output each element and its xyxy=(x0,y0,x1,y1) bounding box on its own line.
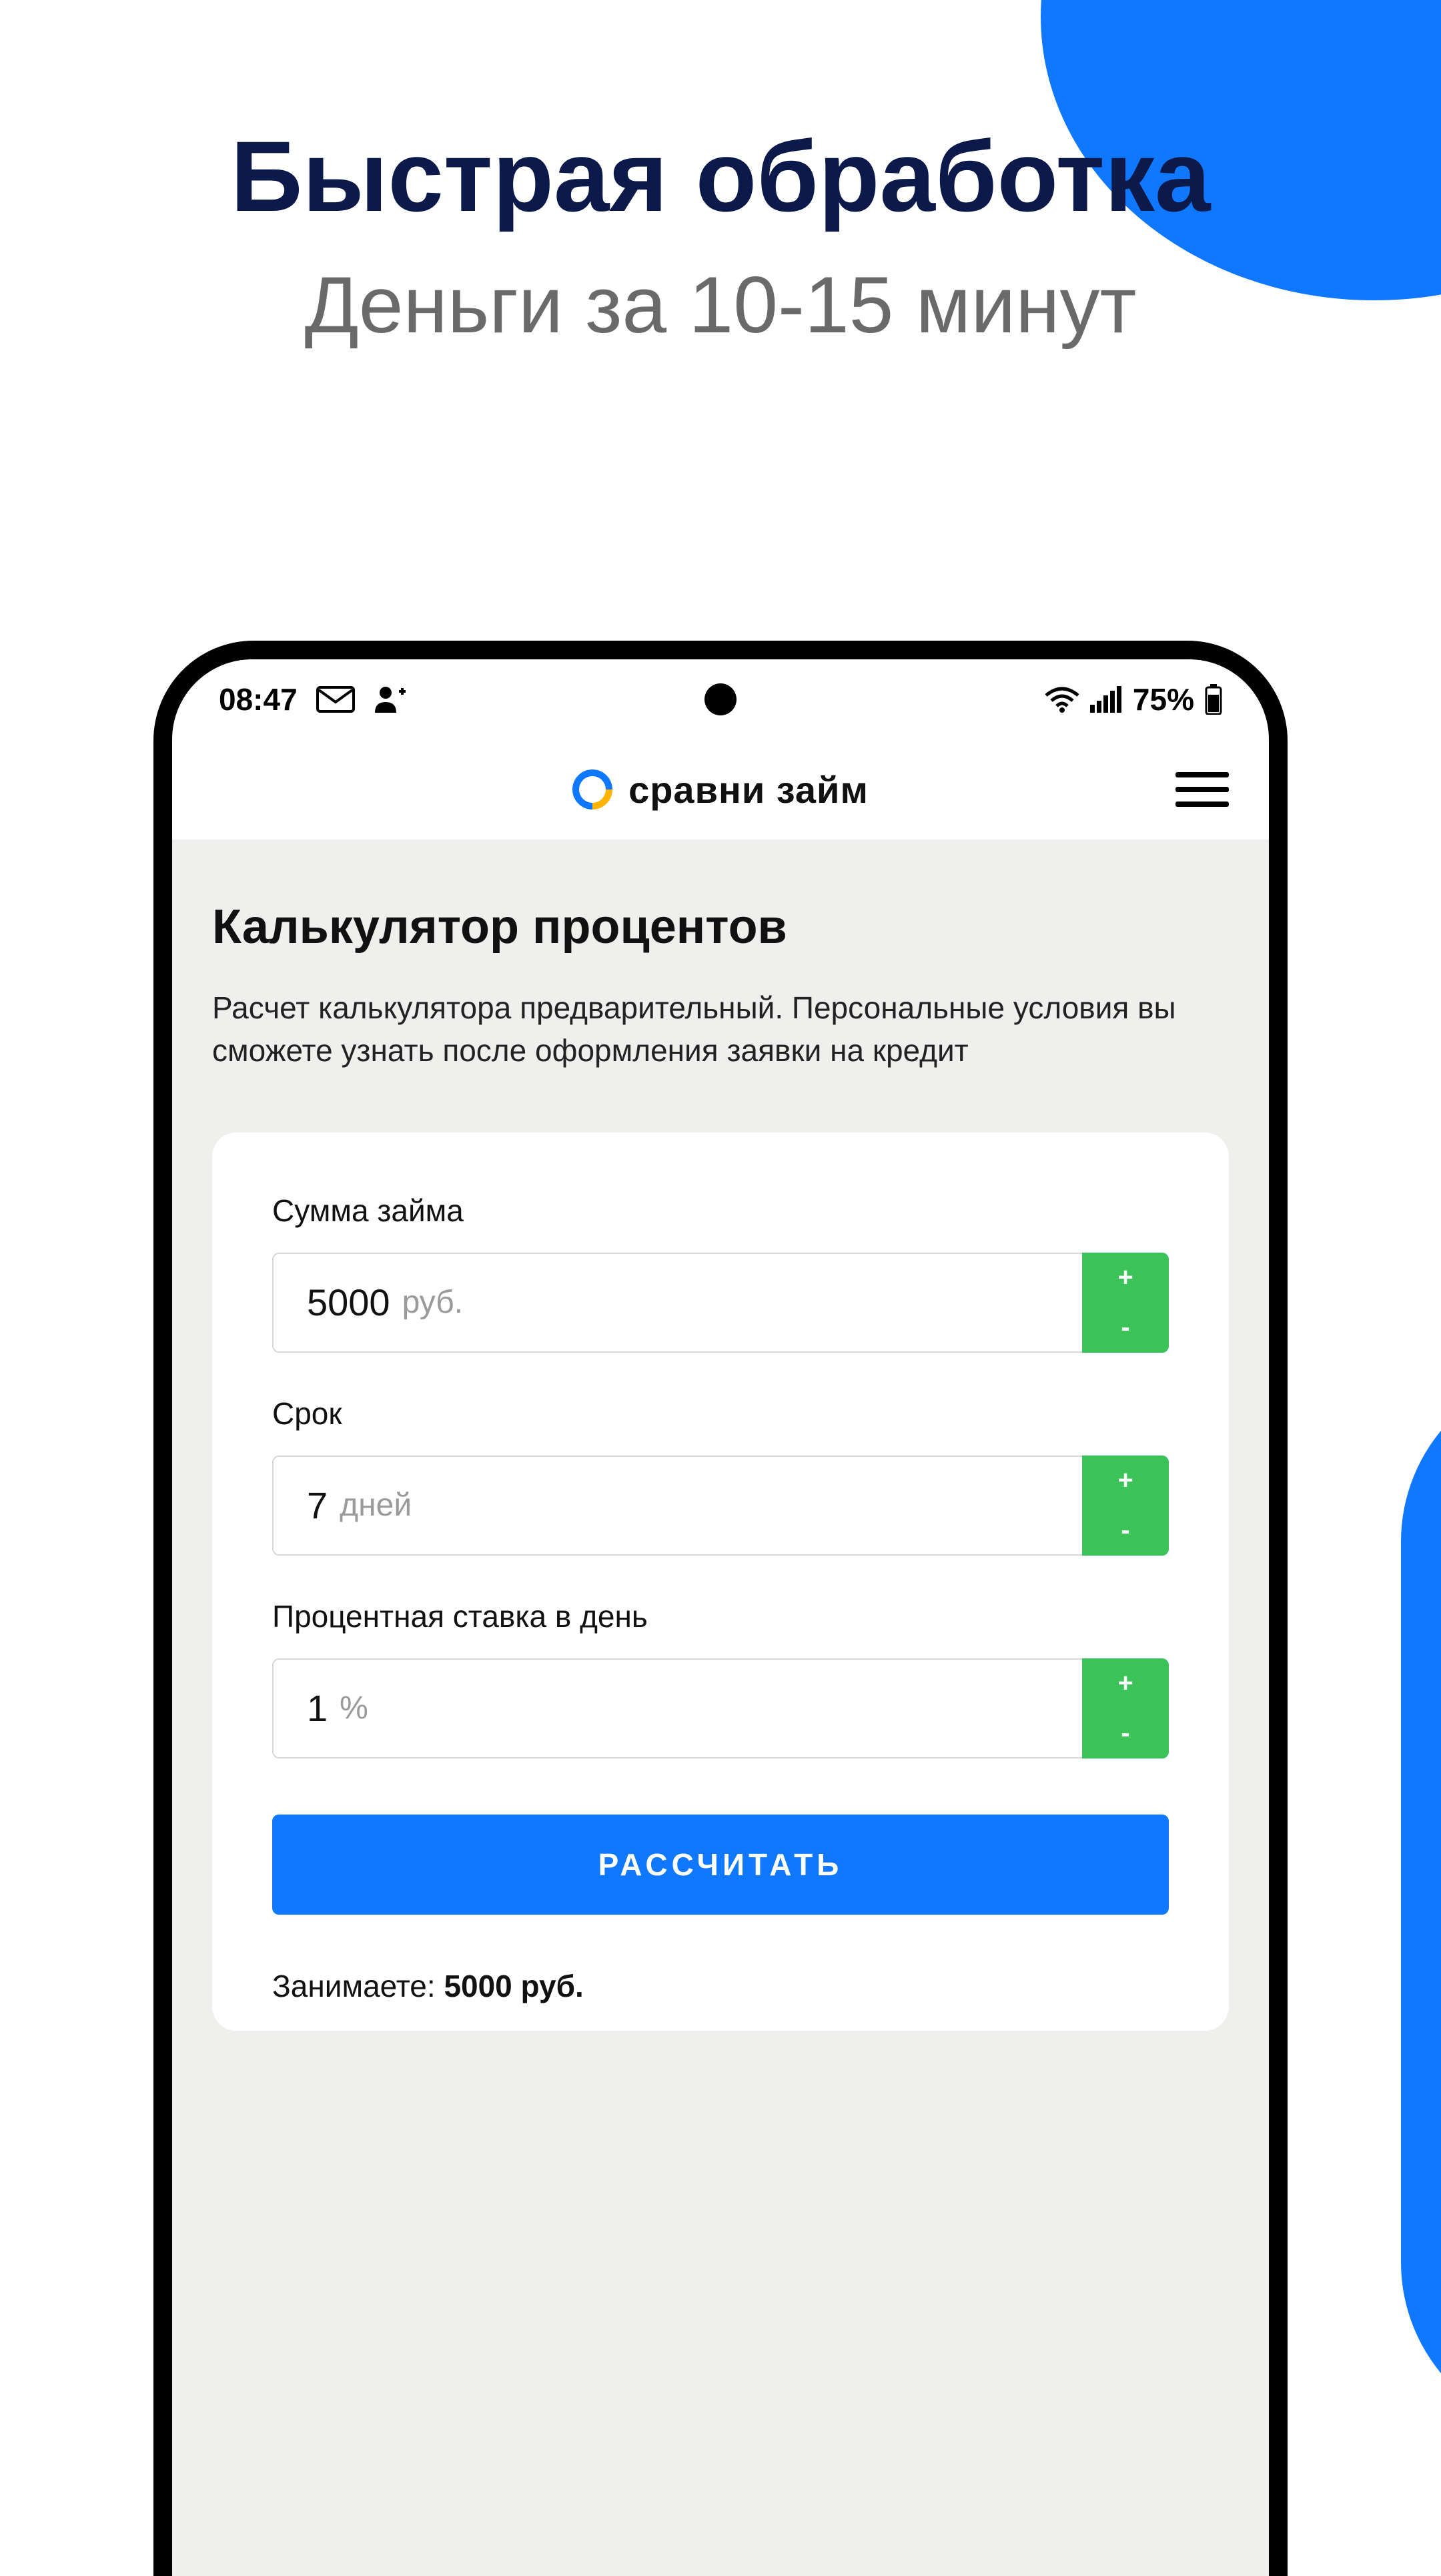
amount-unit: руб. xyxy=(402,1284,464,1321)
brand: сравни займ xyxy=(572,768,869,812)
amount-value: 5000 xyxy=(307,1281,390,1324)
menu-button[interactable] xyxy=(1175,772,1229,807)
page-title: Калькулятор процентов xyxy=(212,900,1229,954)
amount-input[interactable]: 5000 руб. xyxy=(272,1253,1082,1353)
page-content: Калькулятор процентов Расчет калькулятор… xyxy=(172,840,1269,2576)
field-rate: Процентная ставка в день 1 % + - xyxy=(272,1598,1169,1758)
term-minus-button[interactable]: - xyxy=(1082,1506,1169,1556)
brand-name: сравни займ xyxy=(628,768,869,812)
app-header: сравни займ xyxy=(172,739,1269,840)
amount-plus-button[interactable]: + xyxy=(1082,1253,1169,1303)
term-stepper: + - xyxy=(1082,1456,1169,1556)
phone-frame: 08:47 75% xyxy=(153,641,1288,2576)
battery-icon xyxy=(1205,684,1222,715)
decorative-blob-right xyxy=(1401,1368,1441,2436)
phone-screen: 08:47 75% xyxy=(172,659,1269,2576)
promo-headline: Быстрая обработка xyxy=(0,120,1441,232)
summary-label: Занимаете: xyxy=(272,1969,436,2003)
rate-minus-button[interactable]: - xyxy=(1082,1708,1169,1758)
promo-subline: Деньги за 10-15 минут xyxy=(0,259,1441,351)
rate-input[interactable]: 1 % xyxy=(272,1658,1082,1758)
field-amount: Сумма займа 5000 руб. + - xyxy=(272,1193,1169,1353)
battery-percent: 75% xyxy=(1133,681,1194,717)
term-value: 7 xyxy=(307,1484,328,1527)
summary-row: Занимаете: 5000 руб. xyxy=(272,1968,1169,2004)
page-description: Расчет калькулятора предварительный. Пер… xyxy=(212,986,1229,1072)
promo-block: Быстрая обработка Деньги за 10-15 минут xyxy=(0,120,1441,351)
camera-notch xyxy=(704,683,737,715)
add-contact-icon xyxy=(374,685,406,714)
amount-label: Сумма займа xyxy=(272,1193,1169,1229)
rate-plus-button[interactable]: + xyxy=(1082,1658,1169,1708)
calculate-button[interactable]: РАССЧИТАТЬ xyxy=(272,1815,1169,1915)
rate-stepper: + - xyxy=(1082,1658,1169,1758)
rate-value: 1 xyxy=(307,1686,328,1730)
term-label: Срок xyxy=(272,1395,1169,1431)
term-plus-button[interactable]: + xyxy=(1082,1456,1169,1506)
mail-icon xyxy=(316,686,355,713)
field-term: Срок 7 дней + - xyxy=(272,1395,1169,1556)
signal-icon xyxy=(1090,686,1122,713)
term-input[interactable]: 7 дней xyxy=(272,1456,1082,1556)
summary-value: 5000 руб. xyxy=(444,1969,583,2003)
brand-logo-icon xyxy=(564,761,621,818)
calculator-card: Сумма займа 5000 руб. + - Срок xyxy=(212,1133,1229,2031)
amount-minus-button[interactable]: - xyxy=(1082,1303,1169,1353)
rate-unit: % xyxy=(340,1690,368,1726)
wifi-icon xyxy=(1045,686,1079,713)
status-time: 08:47 xyxy=(219,681,298,717)
amount-stepper: + - xyxy=(1082,1253,1169,1353)
rate-label: Процентная ставка в день xyxy=(272,1598,1169,1634)
term-unit: дней xyxy=(340,1487,412,1524)
